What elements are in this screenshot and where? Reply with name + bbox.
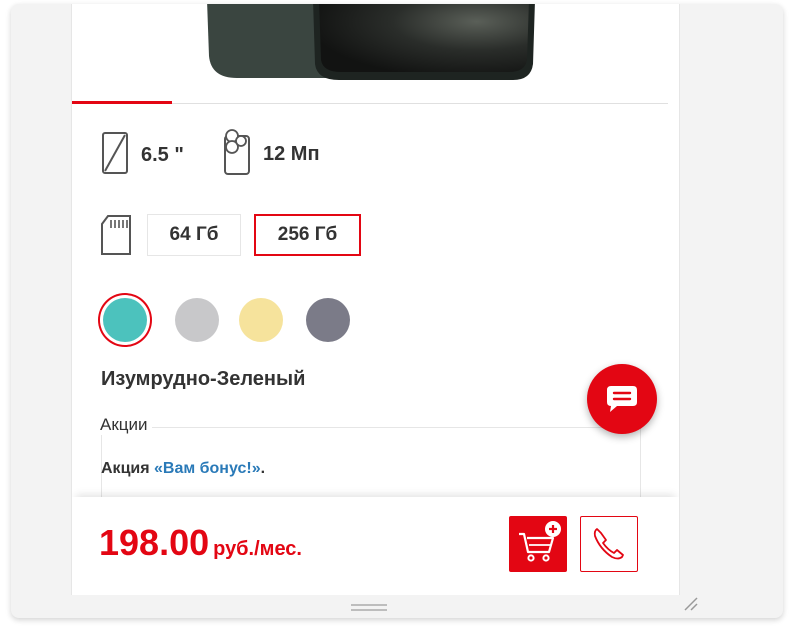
camera-label: 12 Мп <box>263 143 320 165</box>
product-image <box>72 4 679 104</box>
add-to-cart-button[interactable] <box>509 516 567 572</box>
spec-camera: 12 Мп <box>223 128 320 181</box>
promo-prefix: Акция <box>101 460 155 477</box>
screen-size-icon <box>101 131 129 180</box>
promo-text: Акция «Вам бонус!». <box>101 460 265 478</box>
product-card: 6.5 " 12 Мп 64 Гб 256 Гб Изумрудно-Зелен… <box>71 4 680 595</box>
chat-button[interactable] <box>587 364 657 434</box>
storage-option-64[interactable]: 64 Гб <box>147 214 241 256</box>
screen-size-label: 6.5 " <box>141 144 184 166</box>
price-unit: руб./мес. <box>213 538 302 560</box>
resize-handle-icon[interactable] <box>683 597 699 616</box>
chat-icon <box>607 386 637 412</box>
widget-frame: 6.5 " 12 Мп 64 Гб 256 Гб Изумрудно-Зелен… <box>11 4 783 618</box>
storage-option-256[interactable]: 256 Гб <box>254 214 361 256</box>
color-swatch-purple[interactable] <box>306 298 350 342</box>
color-swatch-teal[interactable] <box>103 298 147 342</box>
color-swatch-silver[interactable] <box>175 298 219 342</box>
spec-screen-size: 6.5 " <box>101 131 184 180</box>
call-button[interactable] <box>580 516 638 572</box>
sd-card-icon <box>100 214 132 261</box>
add-to-cart-icon <box>519 521 561 562</box>
active-tab-indicator <box>72 101 172 104</box>
selected-color-name: Изумрудно-Зеленый <box>101 368 306 390</box>
promo-link[interactable]: «Вам бонус!» <box>154 460 261 477</box>
color-swatch-yellow[interactable] <box>239 298 283 342</box>
promo-title: Акции <box>98 415 152 435</box>
promo-suffix: . <box>260 460 266 477</box>
camera-icon <box>223 128 251 181</box>
resize-grip[interactable] <box>351 604 387 614</box>
price-amount: 198.00 <box>99 522 210 563</box>
phone-icon <box>593 528 624 560</box>
price: 198.00 руб./мес. <box>99 522 302 564</box>
